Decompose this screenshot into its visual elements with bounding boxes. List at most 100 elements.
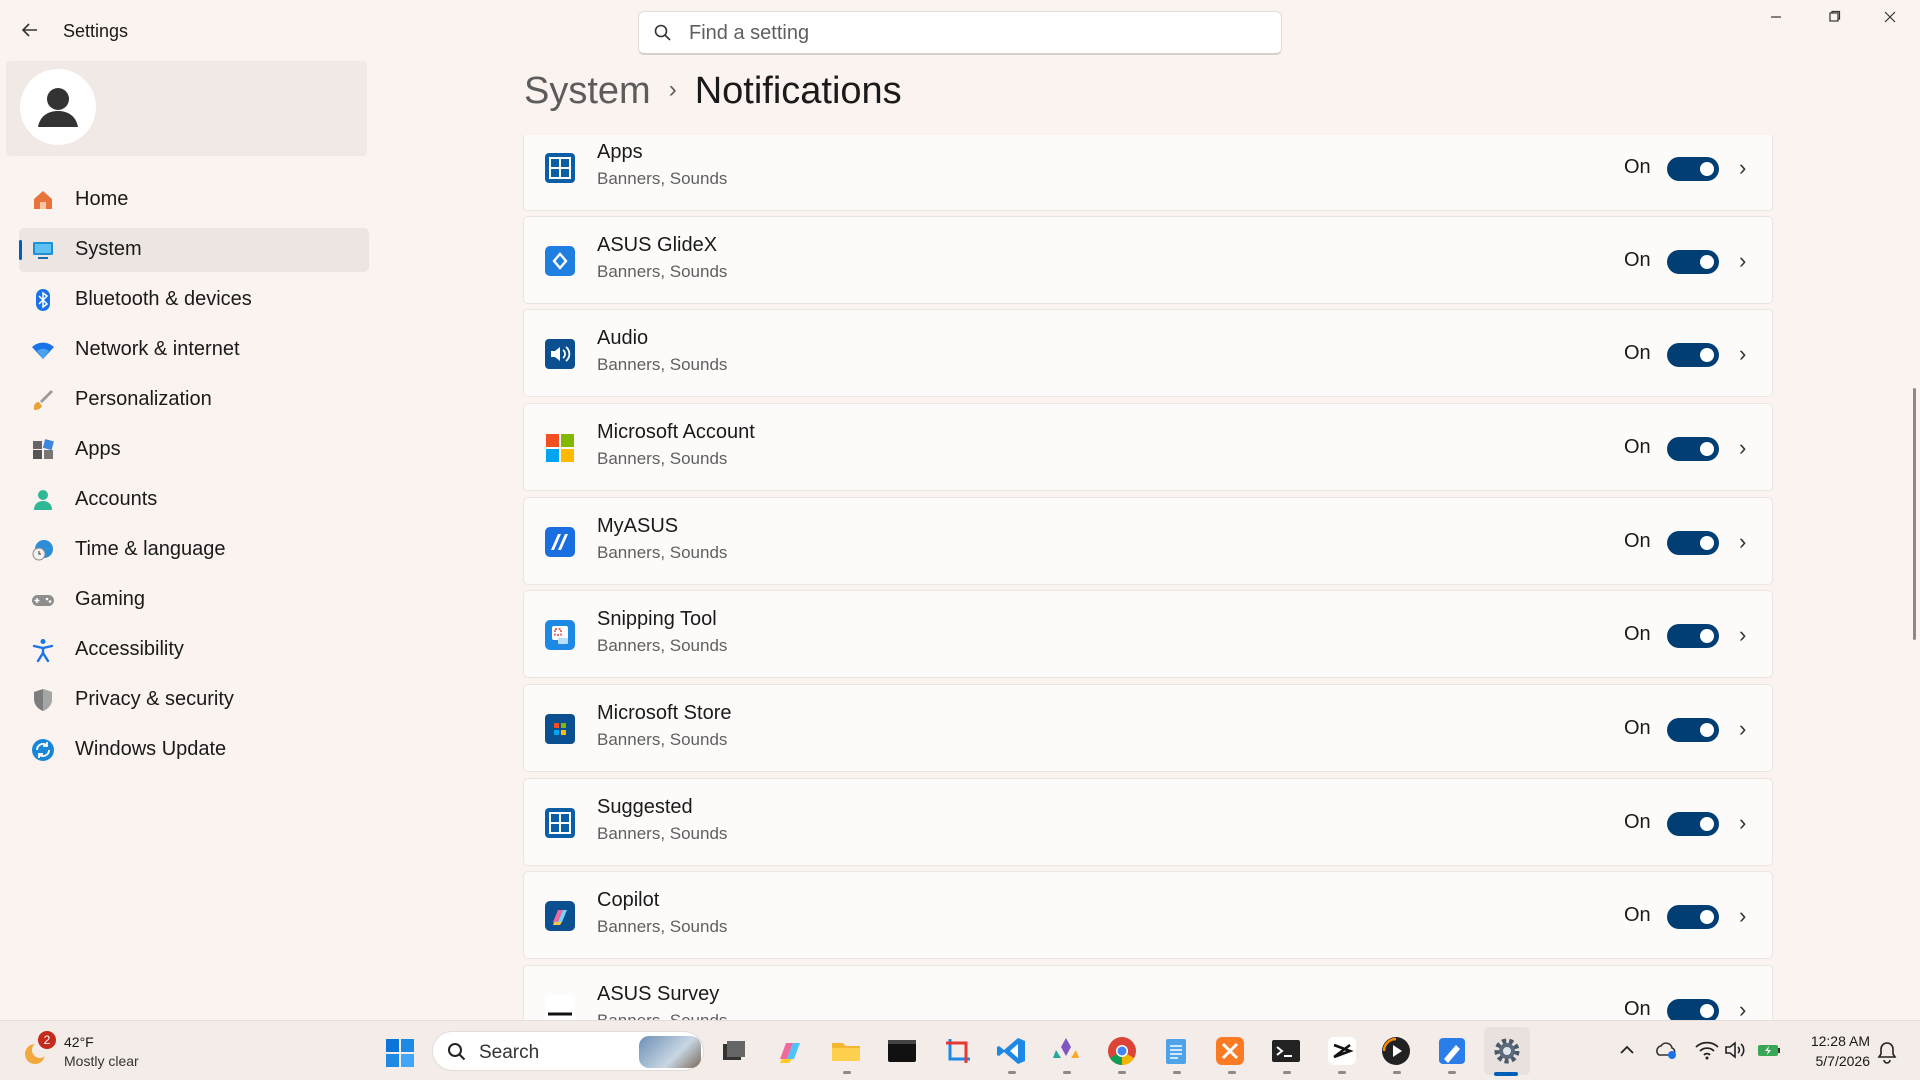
notification-toggle[interactable] [1667, 624, 1719, 648]
notification-row-snipping-tool[interactable]: Snipping Tool Banners, Sounds On › [523, 590, 1773, 678]
notification-toggle[interactable] [1667, 812, 1719, 836]
app-icon[interactable] [1050, 1035, 1082, 1067]
sidebar-item-apps[interactable]: Apps [19, 428, 369, 472]
notification-row-audio[interactable]: Audio Banners, Sounds On › [523, 309, 1773, 397]
back-button[interactable] [18, 18, 42, 42]
sidebar-item-personalization[interactable]: Personalization [19, 378, 369, 422]
sidebar-item-network[interactable]: Network & internet [19, 328, 369, 372]
chrome-icon[interactable] [1106, 1035, 1138, 1067]
chevron-right-icon[interactable]: › [1739, 156, 1753, 180]
notification-bell-icon[interactable] [1874, 1039, 1900, 1065]
snipping-tool-icon[interactable] [942, 1035, 974, 1067]
sidebar-item-bluetooth[interactable]: Bluetooth & devices [19, 278, 369, 322]
notepad-icon[interactable] [1160, 1035, 1192, 1067]
profile-card[interactable] [6, 61, 367, 156]
scrollbar-thumb[interactable] [1913, 388, 1916, 640]
settings-gear-icon[interactable] [1491, 1035, 1523, 1067]
terminal-icon[interactable] [1270, 1035, 1302, 1067]
sidebar-nav: Home System Bluetooth & devices Network … [19, 178, 369, 778]
chevron-right-icon[interactable]: › [1739, 436, 1753, 460]
chevron-right-icon[interactable]: › [1739, 998, 1753, 1021]
chevron-right-icon[interactable]: › [1739, 530, 1753, 554]
sidebar-item-system[interactable]: System [19, 228, 369, 272]
search-box[interactable] [638, 11, 1282, 55]
notification-row-myasus[interactable]: MyASUS Banners, Sounds On › [523, 497, 1773, 585]
onedrive-sync-icon[interactable] [1654, 1037, 1680, 1063]
chevron-right-icon[interactable]: › [1739, 811, 1753, 835]
paint-icon[interactable] [1436, 1035, 1468, 1067]
terminal-icon[interactable] [886, 1035, 918, 1067]
task-view-icon[interactable] [718, 1035, 750, 1067]
copilot-icon [545, 901, 575, 931]
notification-row-microsoft-account[interactable]: Microsoft Account Banners, Sounds On › [523, 403, 1773, 491]
sidebar-item-accessibility[interactable]: Accessibility [19, 628, 369, 672]
notification-row-microsoft-store[interactable]: Microsoft Store Banners, Sounds On › [523, 684, 1773, 772]
sidebar-item-label: Bluetooth & devices [75, 288, 252, 310]
row-subtitle: Banners, Sounds [597, 262, 728, 281]
notification-row-suggested[interactable]: Suggested Banners, Sounds On › [523, 778, 1773, 866]
close-icon [1884, 11, 1896, 23]
maximize-button[interactable] [1806, 6, 1862, 34]
notification-toggle[interactable] [1667, 718, 1719, 742]
vscode-icon[interactable] [996, 1035, 1028, 1067]
notification-toggle[interactable] [1667, 250, 1719, 274]
apps-icon [33, 439, 54, 459]
xampp-icon[interactable] [1214, 1035, 1246, 1067]
notification-row-apps[interactable]: Apps Banners, Sounds On › [523, 135, 1773, 211]
sidebar-item-gaming[interactable]: Gaming [19, 578, 369, 622]
weather-widget[interactable]: 2 42°F Mostly clear [22, 1031, 182, 1073]
capcut-icon[interactable] [1326, 1035, 1358, 1067]
notification-row-asus-glidex[interactable]: ASUS GlideX Banners, Sounds On › [523, 216, 1773, 304]
notification-row-asus-survey[interactable]: ASUS Survey Banners, Sounds On › [523, 965, 1773, 1020]
notification-toggle[interactable] [1667, 531, 1719, 555]
notification-toggle[interactable] [1667, 999, 1719, 1020]
notification-toggle[interactable] [1667, 905, 1719, 929]
avatar [20, 69, 96, 145]
breadcrumb-parent[interactable]: System [524, 70, 651, 112]
sidebar-item-privacy-security[interactable]: Privacy & security [19, 678, 369, 722]
sidebar-item-windows-update[interactable]: Windows Update [19, 728, 369, 772]
chevron-right-icon[interactable]: › [1739, 342, 1753, 366]
chevron-right-icon[interactable]: › [1739, 249, 1753, 273]
taskbar-clock[interactable]: 12:28 AM 5/7/2026 [1800, 1031, 1870, 1071]
apps-grid-icon [545, 808, 575, 838]
notification-toggle[interactable] [1667, 437, 1719, 461]
file-explorer-icon[interactable] [830, 1035, 862, 1067]
wifi-icon[interactable] [1694, 1037, 1720, 1063]
notification-row-copilot[interactable]: Copilot Banners, Sounds On › [523, 871, 1773, 959]
close-button[interactable] [1862, 6, 1918, 34]
running-indicator [1063, 1071, 1071, 1074]
chevron-right-icon[interactable]: › [1739, 623, 1753, 647]
media-player-icon[interactable] [1380, 1035, 1412, 1067]
search-input[interactable] [689, 20, 1249, 46]
battery-charging-icon[interactable] [1756, 1037, 1782, 1063]
notification-toggle[interactable] [1667, 157, 1719, 181]
search-icon [448, 1043, 466, 1061]
speaker-icon [545, 339, 575, 369]
chevron-right-icon[interactable]: › [1739, 904, 1753, 928]
running-indicator [1393, 1071, 1401, 1074]
row-title: ASUS GlideX [597, 234, 718, 256]
app-title: Settings [63, 21, 129, 41]
notification-toggle[interactable] [1667, 343, 1719, 367]
minimize-button[interactable] [1748, 6, 1804, 34]
row-subtitle: Banners, Sounds [597, 169, 728, 188]
sidebar-item-time-language[interactable]: Time & language [19, 528, 369, 572]
asus-icon [545, 995, 575, 1020]
chevron-up-icon[interactable] [1614, 1037, 1640, 1063]
windows-start-icon[interactable] [384, 1037, 416, 1069]
row-title: Apps [597, 141, 643, 163]
toggle-knob [1700, 723, 1714, 737]
copilot-icon[interactable] [774, 1035, 806, 1067]
sidebar-item-home[interactable]: Home [19, 178, 369, 222]
clock-globe-icon [32, 540, 53, 561]
volume-icon[interactable] [1722, 1037, 1748, 1063]
running-indicator [1338, 1071, 1346, 1074]
chevron-right-icon[interactable]: › [1739, 717, 1753, 741]
row-subtitle: Banners, Sounds [597, 730, 728, 749]
taskbar-search[interactable]: Search [432, 1031, 704, 1071]
weather-description: Mostly clear [64, 1053, 139, 1069]
sidebar-item-accounts[interactable]: Accounts [19, 478, 369, 522]
brush-icon [34, 390, 53, 410]
myasus-icon [545, 527, 575, 557]
